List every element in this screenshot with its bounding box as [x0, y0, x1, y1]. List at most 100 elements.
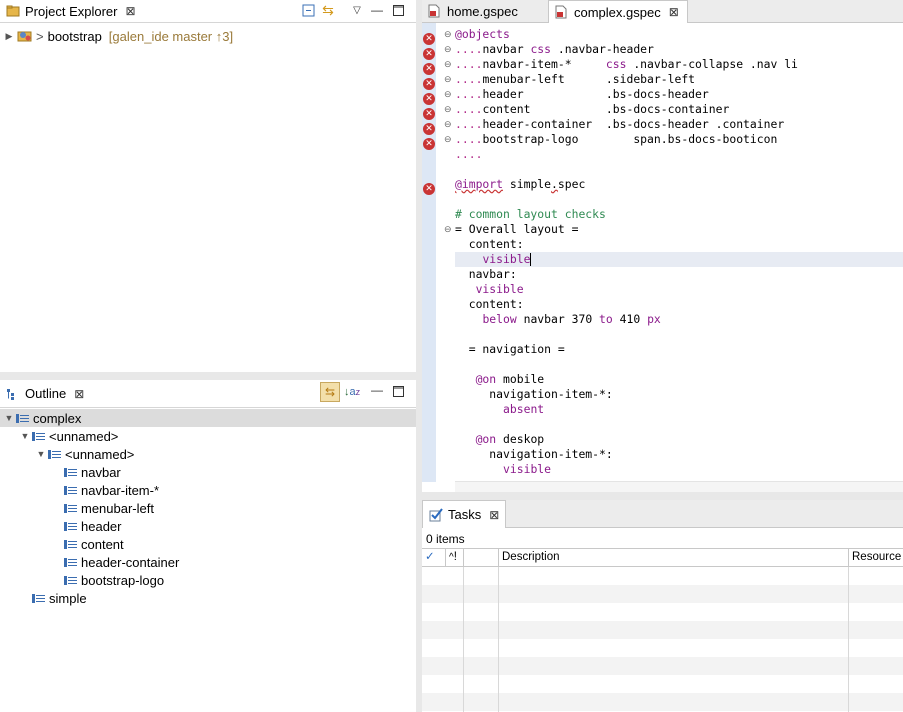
- outline-item[interactable]: menubar-left: [0, 499, 416, 517]
- link-with-editor-icon[interactable]: ⇆: [320, 382, 340, 402]
- minimize-icon[interactable]: —: [369, 382, 385, 398]
- object-name: content: [482, 102, 531, 116]
- code-comment: # common layout checks: [455, 207, 606, 221]
- error-icon[interactable]: ✕: [423, 74, 435, 90]
- error-icon[interactable]: ✕: [423, 119, 435, 135]
- spec-keyword: visible: [475, 282, 524, 296]
- tag-name: mobile: [503, 372, 545, 386]
- fold-collapse-icon[interactable]: ⊖: [444, 29, 452, 40]
- error-icon[interactable]: ✕: [423, 59, 435, 75]
- outline-tab-label: Outline: [25, 386, 67, 401]
- outline-item[interactable]: ▼ <unnamed>: [0, 427, 416, 445]
- code-line: navigation-item-*:: [455, 447, 612, 462]
- outline-node-icon: [64, 575, 78, 586]
- object-name: navbar: [482, 42, 524, 56]
- close-icon[interactable]: ⊠: [489, 508, 499, 522]
- spec-keyword: to: [599, 312, 613, 326]
- outline-item-label: menubar-left: [81, 500, 154, 516]
- import-arg: simple: [509, 177, 552, 191]
- fold-collapse-icon[interactable]: ⊖: [444, 74, 452, 85]
- code-line: ....navbar css .navbar-header: [455, 42, 654, 56]
- column-header-priority[interactable]: ^!: [446, 549, 464, 566]
- minimize-icon[interactable]: —: [369, 2, 385, 18]
- tab-outline[interactable]: Outline ⊠: [0, 380, 90, 407]
- code-line: ....header .bs-docs-header: [455, 87, 709, 101]
- code-line: below navbar 370 to 410 px: [455, 312, 660, 327]
- git-decoration-arrow: >: [36, 28, 44, 44]
- outline-item[interactable]: navbar-item-*: [0, 481, 416, 499]
- column-header-description[interactable]: Description: [499, 549, 849, 566]
- outline-item[interactable]: content: [0, 535, 416, 553]
- tab-label: complex.gspec: [574, 4, 661, 20]
- fold-collapse-icon[interactable]: ⊖: [444, 89, 452, 100]
- outline-item-label: header: [81, 518, 122, 534]
- code-line: visible: [455, 282, 524, 297]
- maximize-icon[interactable]: [390, 2, 406, 18]
- outline-item[interactable]: ▼ complex: [0, 409, 416, 427]
- error-icon[interactable]: ✕: [423, 89, 435, 105]
- error-icon[interactable]: ✕: [423, 134, 435, 150]
- tab-tasks[interactable]: Tasks ⊠: [422, 500, 506, 528]
- code-line: visible: [455, 252, 532, 267]
- outline-item[interactable]: navbar: [0, 463, 416, 481]
- sort-icon[interactable]: ↓ a z: [344, 384, 360, 400]
- outline-node-icon: [64, 539, 78, 550]
- object-selector: span.bs-docs-booticon: [633, 132, 778, 146]
- project-tree-item-bootstrap[interactable]: ▶ > bootstrap [galen_ide master ↑3]: [4, 27, 416, 45]
- outline-item-label: bootstrap-logo: [81, 572, 165, 588]
- column-header-resource[interactable]: Resource: [849, 549, 903, 566]
- spec-keyword: below: [482, 312, 517, 326]
- horizontal-scrollbar[interactable]: [455, 481, 903, 492]
- code-line: @on deskop: [455, 432, 545, 447]
- error-icon[interactable]: ✕: [423, 29, 435, 45]
- outline-node-icon: [64, 521, 78, 532]
- fold-collapse-icon[interactable]: ⊖: [444, 134, 452, 145]
- fold-collapse-icon[interactable]: ⊖: [444, 59, 452, 70]
- outline-item[interactable]: bootstrap-logo: [0, 571, 416, 589]
- outline-node-icon: [64, 467, 78, 478]
- gspec-file-icon: [428, 4, 442, 18]
- error-icon[interactable]: ✕: [423, 104, 435, 120]
- outline-item[interactable]: ▼ <unnamed>: [0, 445, 416, 463]
- error-icon[interactable]: ✕: [423, 44, 435, 60]
- error-icon[interactable]: ✕: [423, 179, 435, 195]
- fold-collapse-icon[interactable]: ⊖: [444, 119, 452, 130]
- fold-collapse-icon[interactable]: ⊖: [444, 104, 452, 115]
- collapse-arrow-icon[interactable]: ▼: [20, 431, 30, 441]
- import-keyword: @import: [455, 177, 504, 191]
- expand-arrow-icon[interactable]: ▶: [4, 31, 14, 42]
- collapse-arrow-icon[interactable]: ▼: [4, 413, 14, 423]
- close-icon[interactable]: ⊠: [74, 387, 84, 401]
- view-menu-icon[interactable]: ▽: [349, 2, 365, 18]
- collapse-all-icon[interactable]: [300, 2, 316, 18]
- object-name: bootstrap-logo: [482, 132, 579, 146]
- tag-name: deskop: [503, 432, 545, 446]
- close-icon[interactable]: ⊠: [125, 4, 135, 18]
- column-header-completed[interactable]: ✓: [422, 549, 446, 566]
- link-with-editor-icon[interactable]: ⇆: [320, 2, 336, 18]
- outline-node-icon: [16, 413, 30, 424]
- object-name: header-container: [482, 117, 593, 131]
- code-line: @objects: [455, 27, 510, 42]
- project-explorer-view: Project Explorer ⊠ ⇆ ▽ — ▶ > bootstrap […: [0, 0, 416, 372]
- priority-label: !: [453, 551, 457, 563]
- collapse-arrow-icon[interactable]: ▼: [36, 449, 46, 459]
- outline-item[interactable]: simple: [0, 589, 416, 607]
- fold-collapse-icon[interactable]: ⊖: [444, 224, 452, 235]
- tab-complex-gspec[interactable]: complex.gspec ⊠: [548, 0, 688, 23]
- outline-item-label: content: [81, 536, 124, 552]
- tab-home-gspec[interactable]: home.gspec: [422, 0, 546, 22]
- fold-collapse-icon[interactable]: ⊖: [444, 44, 452, 55]
- outline-tree: ▼ complex ▼ <unnamed> ▼ <unnamed> navbar navbar…: [0, 409, 416, 712]
- tab-label: home.gspec: [447, 3, 518, 19]
- code-line: visible: [455, 462, 551, 477]
- code-line: content:: [455, 297, 524, 312]
- maximize-icon[interactable]: [390, 383, 406, 399]
- object-selector: .bs-docs-header: [605, 87, 709, 101]
- outline-item[interactable]: header: [0, 517, 416, 535]
- tab-project-explorer[interactable]: Project Explorer ⊠: [0, 0, 142, 22]
- code-keyword: @on: [475, 372, 497, 386]
- outline-item[interactable]: header-container: [0, 553, 416, 571]
- close-icon[interactable]: ⊠: [669, 5, 679, 19]
- editor-body[interactable]: ✕ ✕ ✕ ✕ ✕ ✕ ✕ ✕ ✕ ⊖ ⊖ ⊖ ⊖ ⊖ ⊖ ⊖ ⊖ ⊖ @obj…: [422, 23, 903, 492]
